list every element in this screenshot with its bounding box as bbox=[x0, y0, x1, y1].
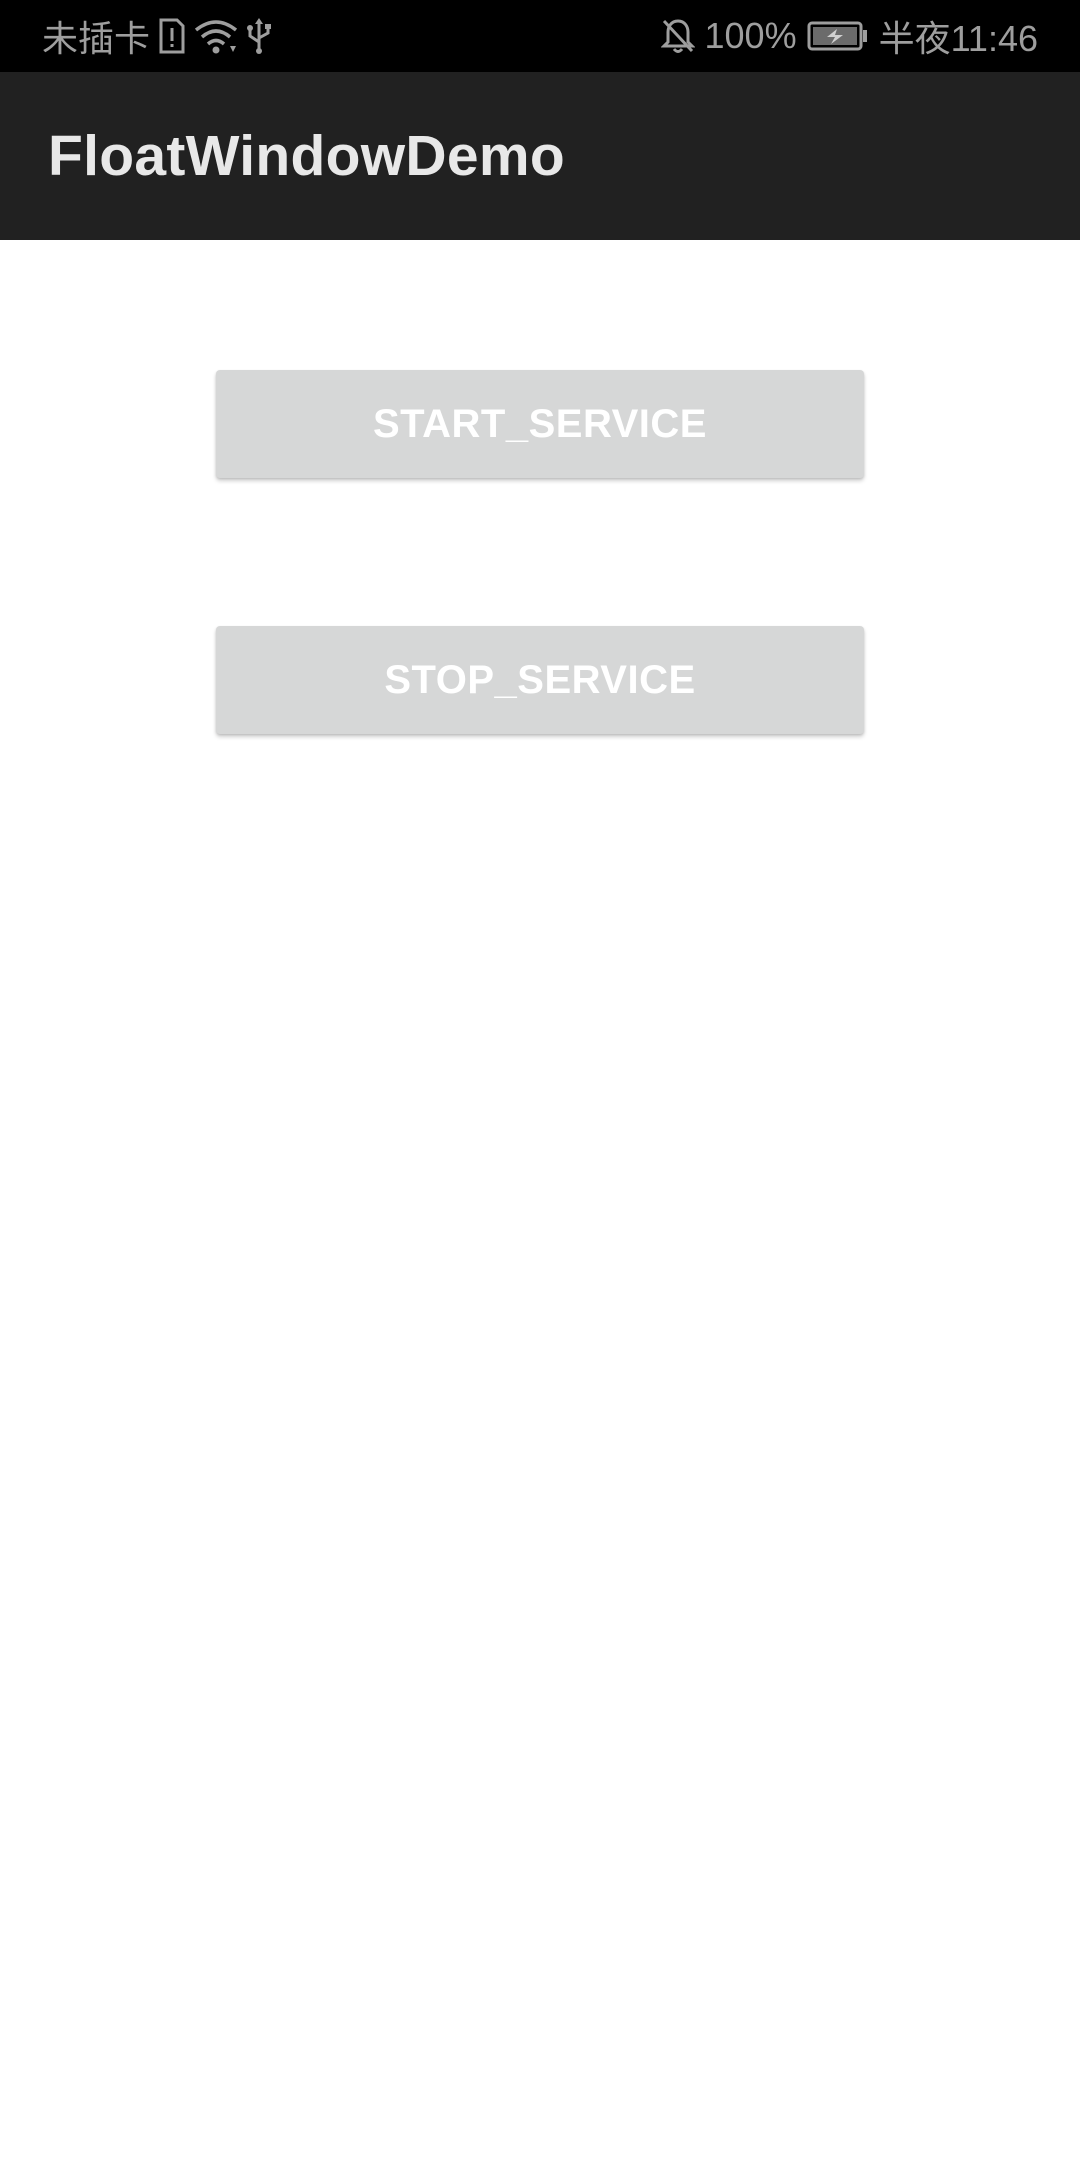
status-bar: 未插卡 100% 半夜11:46 bbox=[0, 0, 1080, 72]
status-right: 100% 半夜11:46 bbox=[660, 0, 1038, 72]
status-left: 未插卡 bbox=[42, 0, 272, 72]
clock: 半夜11:46 bbox=[878, 18, 1038, 59]
wifi-icon bbox=[194, 18, 238, 54]
usb-icon bbox=[246, 18, 272, 54]
battery-charging-icon bbox=[807, 20, 869, 52]
start-service-button[interactable]: START_SERVICE bbox=[216, 370, 864, 478]
battery-percent: 100% bbox=[704, 15, 797, 56]
stop-service-button[interactable]: STOP_SERVICE bbox=[216, 626, 864, 734]
sim-alert-icon bbox=[158, 18, 186, 54]
notifications-off-icon bbox=[660, 18, 695, 54]
main-content: START_SERVICE STOP_SERVICE bbox=[0, 240, 1080, 2160]
carrier-label: 未插卡 bbox=[42, 18, 151, 59]
app-title: FloatWindowDemo bbox=[48, 124, 565, 188]
app-bar: FloatWindowDemo bbox=[0, 72, 1080, 240]
